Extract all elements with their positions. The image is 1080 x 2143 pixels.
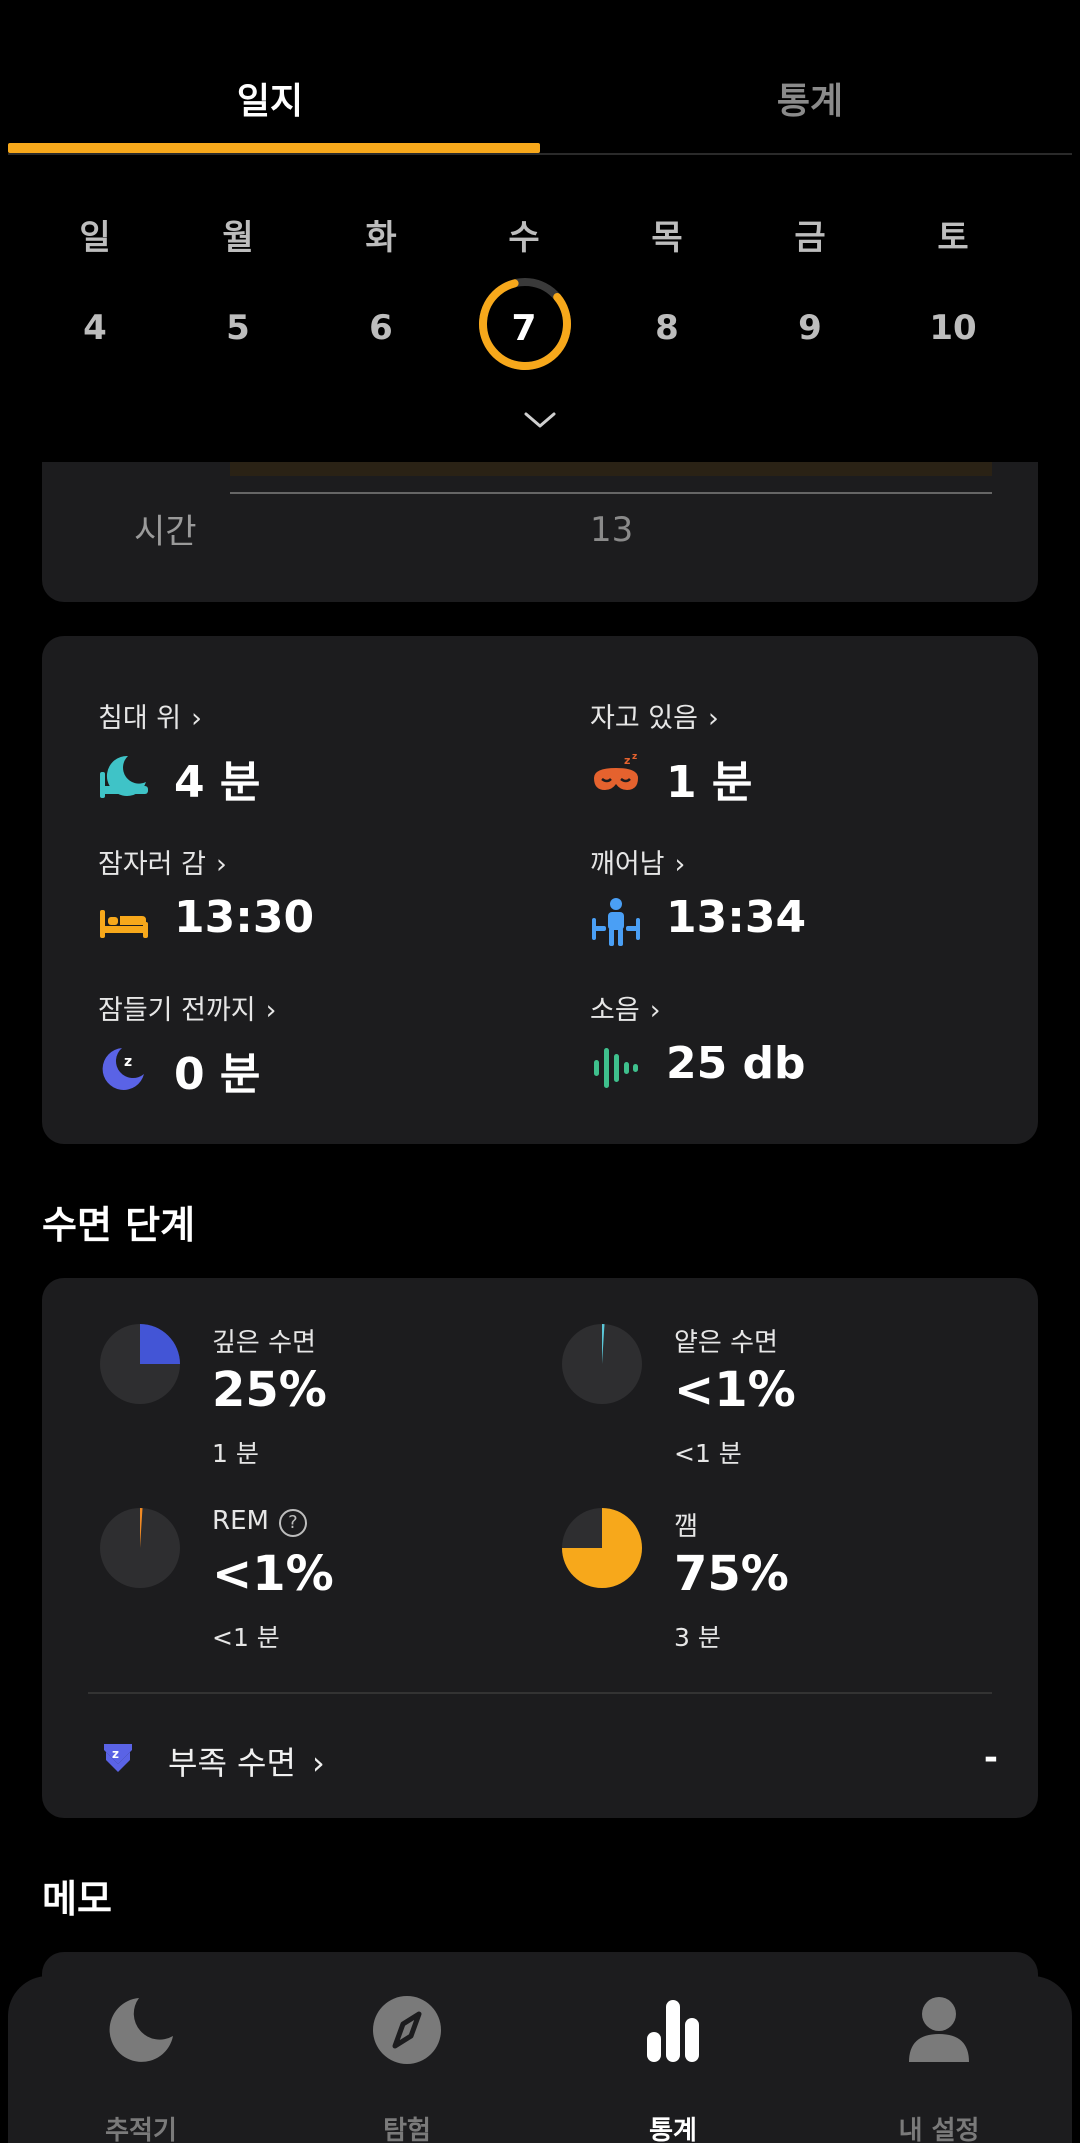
stage-percent: <1% [212,1546,334,1602]
metric-label: 잠들기 전까지 › [98,995,277,1026]
metric-label: 침대 위 › [98,703,202,734]
wake-up-person-icon [592,898,640,946]
timeline-band [230,462,992,476]
nav-tracker[interactable]: 추적기 [8,1994,274,2143]
bed-icon [100,910,148,938]
tab-journal[interactable]: 일지 [0,72,540,124]
metric-asleep[interactable]: 자고 있음 › z z 1 분 [590,696,1050,816]
weekday-label: 수 [508,218,540,258]
person-icon [909,1997,969,2062]
stage-duration: <1 분 [212,1623,280,1652]
date-number: 6 [369,308,393,348]
stage-awake: 깸 75% 3 분 [560,1506,1000,1666]
sleep-metrics-card: 침대 위› 4 분 자고 있음› z z 1 분 잠자러 감› 13:30 [42,636,1038,1144]
sleep-deficit-icon: z [104,1744,132,1772]
metric-label: 소음 › [590,995,661,1026]
nav-label: 통계 [649,2116,697,2143]
metric-label: 잠자러 감 › [98,849,227,880]
weekday-label: 월 [222,218,254,258]
sleep-deficit-value: - [983,1738,998,1778]
stage-pie [100,1508,180,1588]
sleep-stages-card: 깊은 수면 25% 1 분 얕은 수면 <1% <1 분 REM? <1% <1… [42,1278,1038,1818]
weekday-label: 목 [651,218,683,258]
svg-text:z: z [632,752,637,762]
stage-duration: <1 분 [674,1439,742,1468]
stage-percent: 75% [674,1546,789,1602]
metric-noise[interactable]: 소음 › 25 db [590,988,1050,1108]
weekday-label: 화 [365,218,397,258]
stage-name: REM? [212,1506,307,1537]
expand-calendar-chevron-icon[interactable] [522,408,558,432]
divider [88,1692,992,1694]
nav-label: 내 설정 [898,2116,980,2143]
help-icon[interactable]: ? [278,1509,307,1537]
date-number: 8 [655,308,679,348]
timeline-tick-label: 13 [590,510,634,550]
date-number: 10 [929,308,977,348]
weekday-label: 금 [794,218,826,258]
nav-explore[interactable]: 탐험 [274,1994,540,2143]
memo-title: 메모 [42,1877,112,1921]
stage-deep: 깊은 수면 25% 1 분 [98,1322,538,1482]
metric-to-fall-asleep[interactable]: 잠들기 전까지 › z 0 분 [98,988,558,1108]
date-number: 4 [83,308,107,348]
metric-value: 13:30 [174,892,315,943]
stage-slice [140,1324,180,1364]
tab-bar: 일지 통계 [0,0,1080,156]
svg-text:z: z [624,754,630,767]
stage-duration: 1 분 [212,1439,259,1468]
date-number: 7 [511,308,537,349]
stage-light: 얕은 수면 <1% <1 분 [560,1322,1000,1482]
tab-underline-track [8,153,1072,155]
stage-percent: 25% [212,1362,327,1418]
metric-went-to-bed[interactable]: 잠자러 감 › 13:30 [98,842,558,962]
stage-name: 깊은 수면 [212,1328,316,1358]
stage-pie [562,1508,642,1588]
sound-wave-icon [594,1048,638,1088]
bar-chart-icon [647,2000,699,2062]
weekday-label: 토 [937,218,969,258]
bottom-navigation: 추적기 탐험 통계 내 설정 [8,1976,1072,2143]
metric-woke-up[interactable]: 깨어남 › 13:34 [590,842,1050,962]
metric-value: 25 db [666,1038,806,1089]
timeline-card: 시간 13 [42,462,1038,602]
metric-in-bed[interactable]: 침대 위 › 4 분 [98,696,558,816]
metric-value: 4 분 [174,757,261,808]
stage-pie [562,1324,642,1404]
metric-label: 자고 있음 › [590,703,719,734]
timeline-axis-label: 시간 [134,512,197,552]
nav-label: 탐험 [383,2116,431,2143]
metric-label: 깨어남 › [590,849,686,880]
stage-name: 얕은 수면 [674,1328,778,1358]
nav-label: 추적기 [105,2116,177,2143]
nav-settings[interactable]: 내 설정 [806,1994,1072,2143]
tab-stats[interactable]: 통계 [540,72,1080,124]
svg-text:z: z [124,1054,132,1070]
stage-name: 깸 [674,1512,698,1542]
crescent-moon-icon [109,1998,173,2062]
svg-text:z: z [112,1747,119,1761]
moon-z-icon: z [102,1048,144,1090]
tab-active-indicator [8,143,540,153]
week-strip: 일 4 월 5 화 6 수 7 목 8 금 9 토 10 [40,210,1040,410]
sleep-mask-icon: z z [594,752,638,790]
sleep-stages-title: 수면 단계 [42,1203,196,1247]
nav-stats[interactable]: 통계 [540,1994,806,2143]
stage-duration: 3 분 [674,1623,721,1652]
metric-value: 13:34 [666,892,807,943]
sleep-deficit-label: 부족 수면 › [168,1744,325,1782]
date-number: 9 [798,308,822,348]
metric-value: 0 분 [174,1049,261,1100]
sleep-deficit-row[interactable]: z 부족 수면 › - [98,1738,998,1798]
stage-percent: <1% [674,1362,796,1418]
date-number: 5 [226,308,250,348]
weekday-label: 일 [79,218,111,258]
metric-value: 1 분 [666,757,753,808]
timeline-axis [230,492,992,494]
stage-pie [100,1324,180,1404]
compass-icon [373,1996,441,2064]
stage-rem: REM? <1% <1 분 [98,1506,538,1666]
moon-bed-icon [100,755,148,798]
